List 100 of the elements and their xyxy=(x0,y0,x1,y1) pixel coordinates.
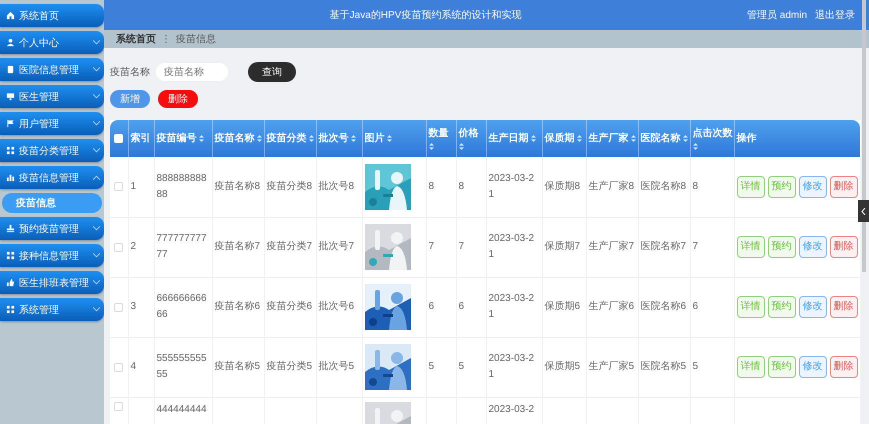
sort-icon[interactable] xyxy=(256,135,262,142)
table-cell: 77777777777 xyxy=(154,217,212,277)
table-cell: 疫苗名称6 xyxy=(212,277,264,337)
sort-icon[interactable] xyxy=(198,135,204,142)
breadcrumb-item[interactable]: 疫苗信息 xyxy=(176,32,216,46)
table-cell: 批次号8 xyxy=(316,157,362,217)
scrollbar[interactable] xyxy=(862,0,866,272)
table-cell: 生产厂家5 xyxy=(586,337,638,397)
table-cell: 医院名称6 xyxy=(638,277,690,337)
sort-icon[interactable] xyxy=(386,135,392,142)
column-header: 疫苗编号 xyxy=(156,132,196,144)
sort-icon[interactable] xyxy=(630,135,636,142)
action-button[interactable]: 详情 xyxy=(736,176,764,198)
logout-link[interactable]: 退出登录 xyxy=(815,8,855,22)
column-header: 数量 xyxy=(428,128,448,140)
table-cell: 疫苗名称5 xyxy=(212,337,264,397)
sidebar-item[interactable]: 接种信息管理 xyxy=(0,244,104,267)
search-field[interactable]: 疫苗名称 xyxy=(156,63,228,81)
sidebar-item[interactable]: 系统管理 xyxy=(0,298,104,321)
table-cell: 2 xyxy=(128,217,154,277)
grid-icon xyxy=(6,146,15,155)
action-button[interactable]: 删除 xyxy=(830,356,858,378)
checkbox[interactable] xyxy=(114,402,124,410)
table-cell: 批次号6 xyxy=(316,277,362,337)
column-header: 生产日期 xyxy=(488,132,528,144)
action-button[interactable]: 预约 xyxy=(768,356,796,378)
thumbs-up-icon xyxy=(6,278,15,287)
caret-icon xyxy=(93,148,100,153)
action-button[interactable]: 预约 xyxy=(768,176,796,198)
table-cell: 66666666666 xyxy=(154,277,212,337)
checkbox[interactable] xyxy=(114,182,124,192)
caret-icon xyxy=(93,67,100,72)
column-header: 生产厂家 xyxy=(588,132,628,144)
sort-icon[interactable] xyxy=(682,135,688,142)
checkbox[interactable] xyxy=(114,302,124,312)
table-cell: 3 xyxy=(128,277,154,337)
table-cell: 保质期8 xyxy=(542,157,586,217)
table-cell: 医院名称5 xyxy=(638,337,690,397)
table-cell: 55555555555 xyxy=(154,337,212,397)
caret-icon xyxy=(93,94,100,99)
column-header: 点击次数 xyxy=(692,128,732,140)
table-cell: 444444444 xyxy=(154,397,212,424)
action-button[interactable]: 预约 xyxy=(768,236,796,258)
checkbox[interactable] xyxy=(114,242,124,252)
action-button[interactable]: 修改 xyxy=(798,236,826,258)
home-icon xyxy=(6,11,15,20)
sidebar-item[interactable]: 医生管理 xyxy=(0,85,104,108)
table-cell: 5 xyxy=(690,337,734,397)
search-label: 疫苗名称 xyxy=(110,66,150,79)
sort-icon[interactable] xyxy=(576,135,582,142)
table-cell: 8 xyxy=(456,157,486,217)
table-cell: 2023-03-2 xyxy=(486,397,542,424)
sidebar-item[interactable]: 医生排班表管理 xyxy=(0,271,104,294)
action-button[interactable]: 删除 xyxy=(830,296,858,318)
action-button[interactable]: 预约 xyxy=(768,296,796,318)
table-cell: 7 xyxy=(456,217,486,277)
search-button[interactable]: 查询 xyxy=(248,62,296,82)
collapse-tab[interactable] xyxy=(858,200,869,222)
table-cell: 保质期7 xyxy=(542,217,586,277)
table-cell: 保质期6 xyxy=(542,277,586,337)
sort-icon[interactable] xyxy=(428,142,434,150)
table-cell: 生产厂家7 xyxy=(586,217,638,277)
sidebar-item[interactable]: 疫苗分类管理 xyxy=(0,139,104,162)
caret-icon xyxy=(93,121,100,126)
column-header: 图片 xyxy=(364,132,384,144)
submenu-item[interactable]: 疫苗信息 xyxy=(2,193,102,213)
sort-icon[interactable] xyxy=(458,142,464,150)
delete-button[interactable]: 删除 xyxy=(158,90,198,108)
sort-icon[interactable] xyxy=(692,142,698,150)
caret-icon xyxy=(93,253,100,258)
sidebar-item[interactable]: 个人中心 xyxy=(0,31,104,54)
flag-icon xyxy=(6,119,15,128)
sidebar-item[interactable]: 医院信息管理 xyxy=(0,58,104,81)
sort-icon[interactable] xyxy=(350,135,356,142)
action-button[interactable]: 修改 xyxy=(798,176,826,198)
add-button[interactable]: 新增 xyxy=(110,90,150,108)
action-button[interactable]: 详情 xyxy=(736,356,764,378)
user-icon xyxy=(6,38,15,47)
user-label: 管理员 admin xyxy=(746,9,807,22)
table-cell: 疫苗分类5 xyxy=(264,337,316,397)
sort-icon[interactable] xyxy=(308,135,314,142)
grid-icon xyxy=(6,305,15,314)
action-button[interactable]: 删除 xyxy=(830,236,858,258)
column-header: 批次号 xyxy=(318,132,348,144)
table-cell: 疫苗分类7 xyxy=(264,217,316,277)
checkbox[interactable] xyxy=(114,362,124,372)
sidebar-item[interactable]: 用户管理 xyxy=(0,112,104,135)
sort-icon[interactable] xyxy=(530,135,536,142)
breadcrumb-item[interactable]: 系统首页 xyxy=(116,32,156,46)
action-button[interactable]: 详情 xyxy=(736,296,764,318)
sidebar-item[interactable]: 疫苗信息管理 xyxy=(0,166,104,189)
action-button[interactable]: 修改 xyxy=(798,296,826,318)
sidebar-item[interactable]: 系统首页 xyxy=(0,4,104,27)
action-button[interactable]: 删除 xyxy=(830,176,858,198)
action-button[interactable]: 详情 xyxy=(736,236,764,258)
action-button[interactable]: 修改 xyxy=(798,356,826,378)
table-cell: 7 xyxy=(690,217,734,277)
table-cell: 5 xyxy=(456,337,486,397)
sidebar-item[interactable]: 预约疫苗管理 xyxy=(0,217,104,240)
table-cell: 2023-03-21 xyxy=(486,157,542,217)
